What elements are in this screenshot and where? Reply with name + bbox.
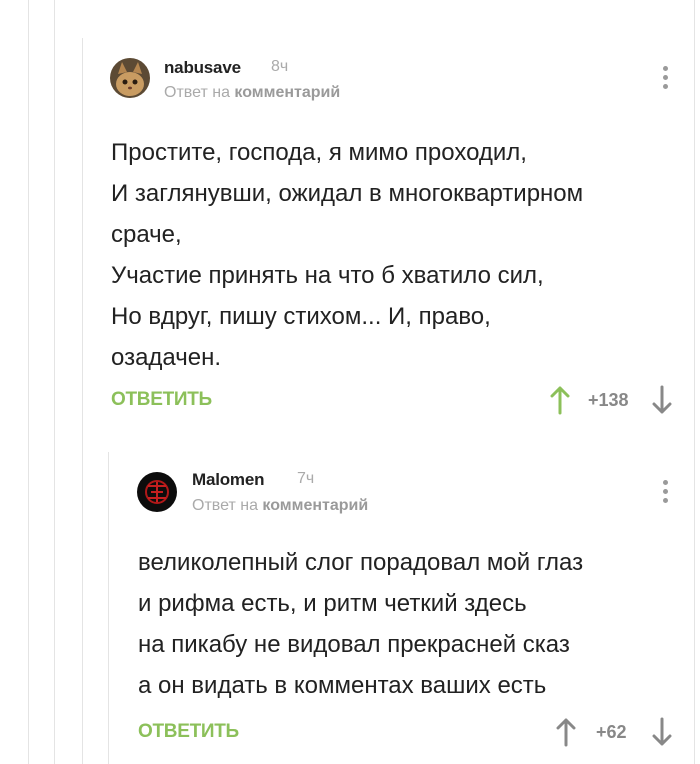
avatar-cat[interactable]	[110, 58, 150, 98]
comment-text: великолепный слог порадовал мой глаз и р…	[138, 549, 584, 699]
rating-value: +62	[596, 722, 627, 742]
thread-line	[694, 0, 695, 764]
thread-line	[54, 0, 55, 764]
reply-to-prefix: Ответ на	[192, 497, 258, 514]
reply-to-info: Ответ на комментарий	[192, 497, 368, 515]
username[interactable]: nabusave	[164, 58, 241, 78]
reply-to-info: Ответ на комментарий	[164, 84, 340, 102]
comment-time: 8ч	[271, 58, 289, 75]
reply-to-prefix: Ответ на	[164, 84, 230, 101]
avatar-emblem[interactable]	[137, 472, 177, 512]
reply-button[interactable]: ОТВЕТИТЬ	[111, 389, 212, 411]
upvote-icon[interactable]	[550, 385, 570, 415]
username[interactable]: Malomen	[192, 470, 264, 490]
comment-text: Простите, господа, я мимо проходил, И за…	[111, 139, 584, 371]
more-options-icon[interactable]	[658, 480, 672, 504]
reply-to-comment-link[interactable]: комментарий	[262, 497, 368, 514]
downvote-icon[interactable]	[652, 385, 672, 415]
upvote-icon[interactable]	[556, 717, 576, 747]
comment-time: 7ч	[297, 470, 315, 487]
downvote-icon[interactable]	[652, 717, 672, 747]
thread-line	[108, 452, 109, 764]
reply-to-comment-link[interactable]: комментарий	[234, 84, 340, 101]
more-options-icon[interactable]	[658, 66, 672, 90]
rating-value: +138	[588, 390, 629, 410]
thread-line	[82, 38, 83, 764]
thread-line	[28, 0, 29, 764]
reply-button[interactable]: ОТВЕТИТЬ	[138, 721, 239, 743]
